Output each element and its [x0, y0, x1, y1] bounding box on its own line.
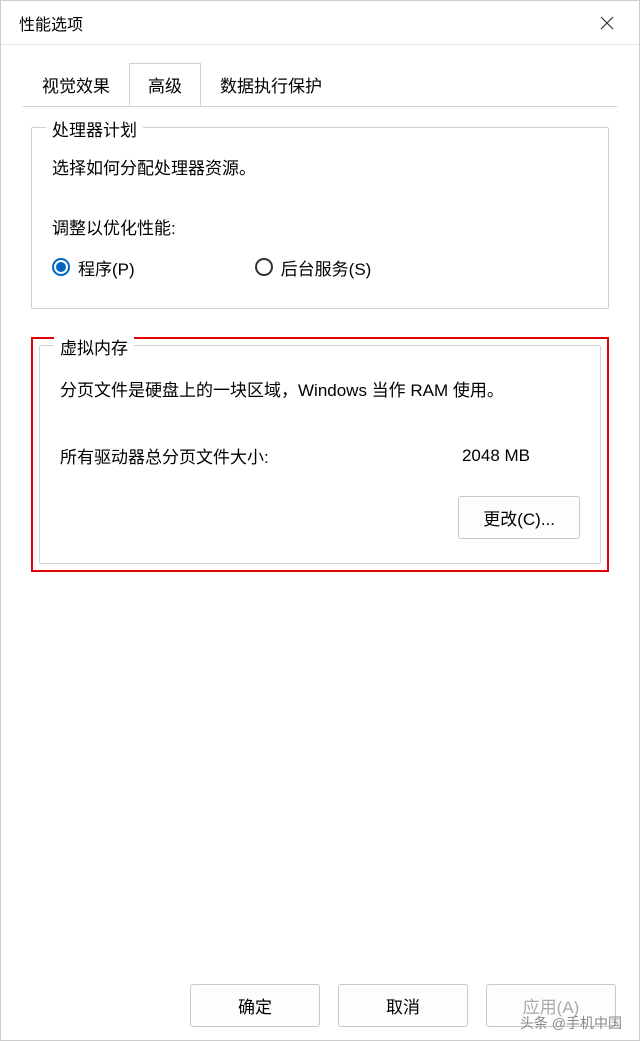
- processor-scheduling-group: 处理器计划 选择如何分配处理器资源。 调整以优化性能: 程序(P) 后台服务(S…: [31, 127, 609, 309]
- performance-options-window: 性能选项 视觉效果 高级 数据执行保护 处理器计划 选择如何分配处理器资源。 调…: [0, 0, 640, 1041]
- advanced-content: 处理器计划 选择如何分配处理器资源。 调整以优化性能: 程序(P) 后台服务(S…: [23, 107, 617, 572]
- vm-total-label: 所有驱动器总分页文件大小:: [60, 443, 269, 468]
- radio-background-services[interactable]: 后台服务(S): [255, 255, 372, 280]
- tab-content: 处理器计划 选择如何分配处理器资源。 调整以优化性能: 程序(P) 后台服务(S…: [23, 106, 617, 1040]
- virtual-memory-group: 虚拟内存 分页文件是硬盘上的一块区域，Windows 当作 RAM 使用。 所有…: [39, 345, 601, 565]
- change-button[interactable]: 更改(C)...: [458, 496, 580, 539]
- radio-icon: [52, 258, 70, 276]
- dialog-buttons: 确定 取消 应用(A): [0, 970, 640, 1041]
- vm-button-row: 更改(C)...: [60, 496, 580, 539]
- window-title: 性能选项: [19, 11, 83, 35]
- close-icon: [600, 16, 614, 30]
- cancel-button[interactable]: 取消: [338, 984, 468, 1027]
- tab-visual-effects[interactable]: 视觉效果: [23, 63, 129, 105]
- tab-dep[interactable]: 数据执行保护: [201, 63, 341, 105]
- vm-group-title: 虚拟内存: [54, 334, 134, 359]
- radio-programs[interactable]: 程序(P): [52, 255, 135, 280]
- radio-row: 程序(P) 后台服务(S): [52, 255, 588, 280]
- radio-programs-label: 程序(P): [78, 255, 135, 280]
- apply-button[interactable]: 应用(A): [486, 984, 616, 1027]
- vm-total-row: 所有驱动器总分页文件大小: 2048 MB: [60, 443, 580, 468]
- radio-services-label: 后台服务(S): [281, 255, 372, 280]
- radio-icon: [255, 258, 273, 276]
- processor-description: 选择如何分配处理器资源。: [52, 156, 588, 182]
- vm-description: 分页文件是硬盘上的一块区域，Windows 当作 RAM 使用。: [60, 378, 580, 404]
- ok-button[interactable]: 确定: [190, 984, 320, 1027]
- highlight-annotation: 虚拟内存 分页文件是硬盘上的一块区域，Windows 当作 RAM 使用。 所有…: [31, 337, 609, 573]
- titlebar: 性能选项: [1, 1, 639, 45]
- adjust-label: 调整以优化性能:: [52, 214, 588, 239]
- close-button[interactable]: [587, 3, 627, 43]
- tab-bar: 视觉效果 高级 数据执行保护: [1, 45, 639, 106]
- vm-total-value: 2048 MB: [462, 446, 580, 466]
- processor-group-title: 处理器计划: [46, 116, 143, 141]
- tab-advanced[interactable]: 高级: [129, 63, 201, 106]
